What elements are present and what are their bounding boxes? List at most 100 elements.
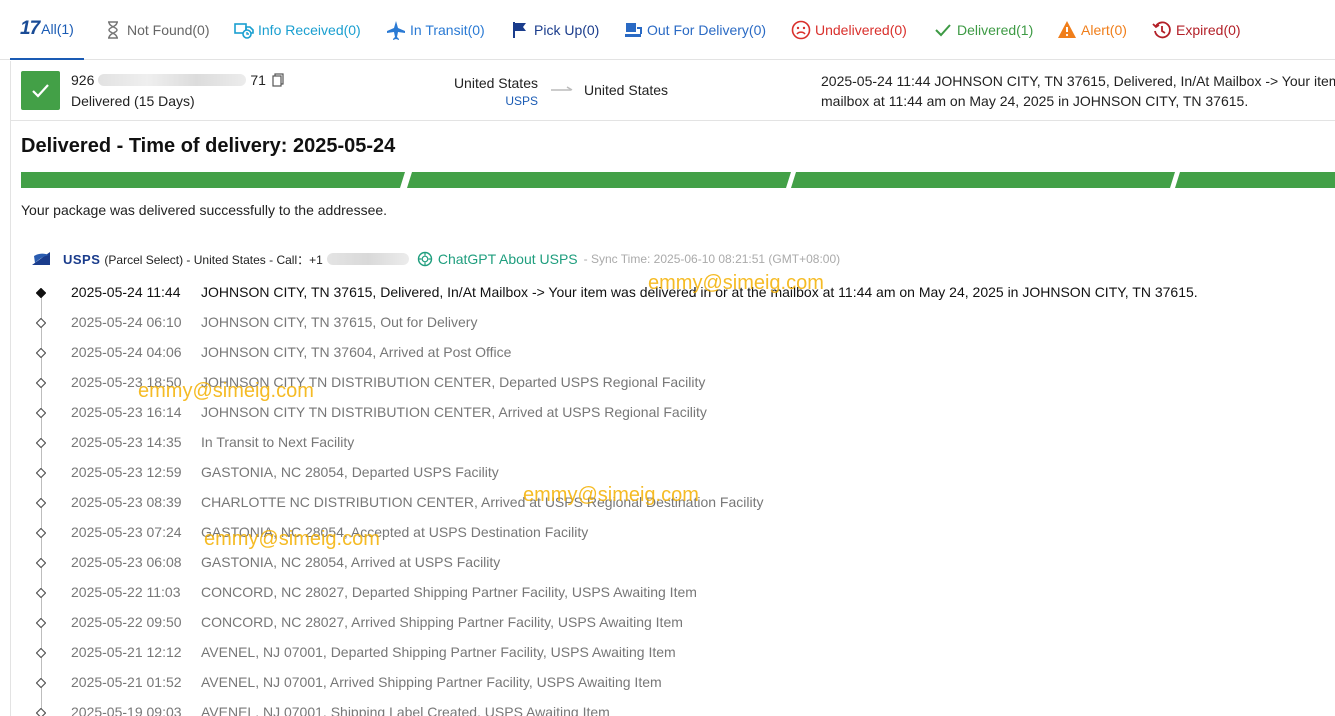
detail-panel: Delivered - Time of delivery: 2025-05-24… [10, 121, 1335, 716]
sync-time: - Sync Time: 2025-06-10 08:21:51 (GMT+08… [583, 252, 841, 266]
event-time: 2025-05-23 08:39 [71, 494, 182, 510]
chatgpt-label: ChatGPT About USPS [437, 251, 578, 267]
tab-not-found[interactable]: Not Found(0) [103, 0, 209, 60]
chatgpt-icon [417, 251, 433, 267]
hollow-diamond-icon [36, 528, 46, 538]
truck-clock-icon [234, 23, 254, 39]
sad-face-icon [791, 20, 811, 40]
hollow-diamond-icon [36, 558, 46, 568]
hollow-diamond-icon [36, 438, 46, 448]
delivered-status-badge [21, 71, 60, 110]
hollow-diamond-icon [36, 318, 46, 328]
event-description: CONCORD, NC 28027, Departed Shipping Par… [201, 584, 697, 600]
tab-all[interactable]: 17 All(1) [10, 0, 84, 60]
status-tabs: 17 All(1) Not Found(0) Info Received(0) … [0, 0, 1335, 60]
event-description: JOHNSON CITY, TN 37604, Arrived at Post … [201, 344, 512, 360]
hollow-diamond-icon [36, 588, 46, 598]
hollow-diamond-icon [36, 408, 46, 418]
tab-label: Alert(0) [1081, 22, 1127, 38]
tab-info-received[interactable]: Info Received(0) [234, 0, 361, 60]
tab-label: Undelivered(0) [815, 22, 907, 38]
provider-row: USPS (Parcel Select) - United States - C… [31, 249, 840, 269]
watermark: emmy@simeig.com [648, 272, 824, 294]
progress-segment [407, 172, 791, 188]
shipment-summary[interactable]: 926 71 Delivered (15 Days) United States… [10, 61, 1335, 121]
tab-in-transit[interactable]: In Transit(0) [386, 0, 485, 60]
watermark: emmy@simeig.com [138, 380, 314, 402]
progress-segment [791, 172, 1175, 188]
tracking-prefix: 926 [71, 72, 95, 88]
event-description: GASTONIA, NC 28054, Departed USPS Facili… [201, 464, 499, 480]
event-description: In Transit to Next Facility [201, 434, 355, 450]
tab-alert[interactable]: Alert(0) [1057, 0, 1127, 60]
airplane-icon [387, 21, 405, 40]
checkmark-icon [935, 24, 951, 37]
tab-label: In Transit(0) [410, 22, 485, 38]
tab-label: All(1) [41, 21, 74, 37]
last-event-line: 2025-05-24 11:44 JOHNSON CITY, TN 37615,… [821, 73, 1335, 89]
hollow-diamond-icon [36, 708, 46, 716]
tracking-number: 926 71 [71, 72, 284, 88]
hollow-diamond-icon [36, 378, 46, 388]
event-description: AVENEL, NJ 07001, Arrived Shipping Partn… [201, 674, 662, 690]
delivery-person-icon [625, 23, 642, 37]
provider-service: (Parcel Select) - United States - Call：+… [104, 252, 323, 267]
chatgpt-link[interactable]: ChatGPT About USPS [417, 251, 578, 267]
event-time: 2025-05-21 01:52 [71, 674, 182, 690]
tab-label: Not Found(0) [127, 22, 210, 38]
event-description: CONCORD, NC 28027, Arrived Shipping Part… [201, 614, 683, 630]
tab-undelivered[interactable]: Undelivered(0) [791, 0, 907, 60]
tab-out-for-delivery[interactable]: Out For Delivery(0) [623, 0, 766, 60]
watermark: emmy@simeig.com [204, 528, 380, 550]
event-time: 2025-05-24 11:44 [71, 284, 181, 300]
hollow-diamond-icon [36, 618, 46, 628]
tracking-page: 17 All(1) Not Found(0) Info Received(0) … [0, 0, 1335, 716]
timeline-event: 2025-05-22 09:50 CONCORD, NC 28027, Arriv… [11, 608, 1331, 638]
status-description: Your package was delivered successfully … [21, 202, 388, 218]
timeline-event: 2025-05-23 14:35 In Transit to Next Facil… [11, 428, 1331, 458]
seventeen-track-logo: 17 [20, 18, 40, 39]
destination-country: United States [584, 82, 669, 98]
event-time: 2025-05-23 07:24 [71, 524, 182, 540]
event-description: GASTONIA, NC 28054, Arrived at USPS Faci… [201, 554, 501, 570]
route-arrow-icon [551, 86, 573, 91]
event-time: 2025-05-21 12:12 [71, 644, 182, 660]
tab-expired[interactable]: Expired(0) [1152, 0, 1241, 60]
event-time: 2025-05-24 04:06 [71, 344, 182, 360]
checkmark-icon [32, 84, 49, 98]
last-event: 2025-05-24 11:44 JOHNSON CITY, TN 37615,… [821, 71, 1335, 111]
event-time: 2025-05-22 11:03 [71, 584, 181, 600]
tab-label: Out For Delivery(0) [647, 22, 767, 38]
copy-icon[interactable] [272, 73, 284, 87]
timeline-event: 2025-05-23 06:08 GASTONIA, NC 28054, Arri… [11, 548, 1331, 578]
filled-diamond-icon [36, 288, 46, 298]
tab-pick-up[interactable]: Pick Up(0) [510, 0, 599, 60]
warning-icon [1058, 21, 1076, 38]
hollow-diamond-icon [36, 348, 46, 358]
hollow-diamond-icon [36, 468, 46, 478]
tab-delivered[interactable]: Delivered(1) [933, 0, 1033, 60]
carrier-link[interactable]: USPS [411, 94, 538, 108]
timeline-event: 2025-05-22 11:03 CONCORD, NC 28027, Depar… [11, 578, 1331, 608]
tab-label: Delivered(1) [957, 22, 1034, 38]
event-description: AVENEL, NJ 07001, Shipping Label Created… [201, 704, 610, 716]
event-time: 2025-05-22 09:50 [71, 614, 182, 630]
history-icon [1152, 21, 1171, 39]
usps-eagle-icon [31, 250, 51, 268]
watermark: emmy@simeig.com [523, 484, 699, 506]
event-description: AVENEL, NJ 07001, Departed Shipping Part… [201, 644, 676, 660]
status-title: Delivered - Time of delivery: 2025-05-24 [21, 135, 396, 157]
timeline-event: 2025-05-24 06:10 JOHNSON CITY, TN 37615, … [11, 308, 1331, 338]
redacted-phone-blur [326, 253, 409, 265]
event-time: 2025-05-23 12:59 [71, 464, 182, 480]
hollow-diamond-icon [36, 648, 46, 658]
origin-country: United States [453, 75, 538, 91]
event-time: 2025-05-24 06:10 [71, 314, 182, 330]
timeline-event: 2025-05-21 12:12 AVENEL, NJ 07001, Depart… [11, 638, 1331, 668]
tab-label: Expired(0) [1176, 22, 1241, 38]
provider-name[interactable]: USPS [63, 252, 100, 267]
progress-segment [21, 172, 405, 188]
timeline-event: 2025-05-21 01:52 AVENEL, NJ 07001, Arrive… [11, 668, 1331, 698]
timeline-event: 2025-05-19 09:03 AVENEL, NJ 07001, Shippi… [11, 698, 1331, 716]
tab-label: Info Received(0) [258, 22, 361, 38]
